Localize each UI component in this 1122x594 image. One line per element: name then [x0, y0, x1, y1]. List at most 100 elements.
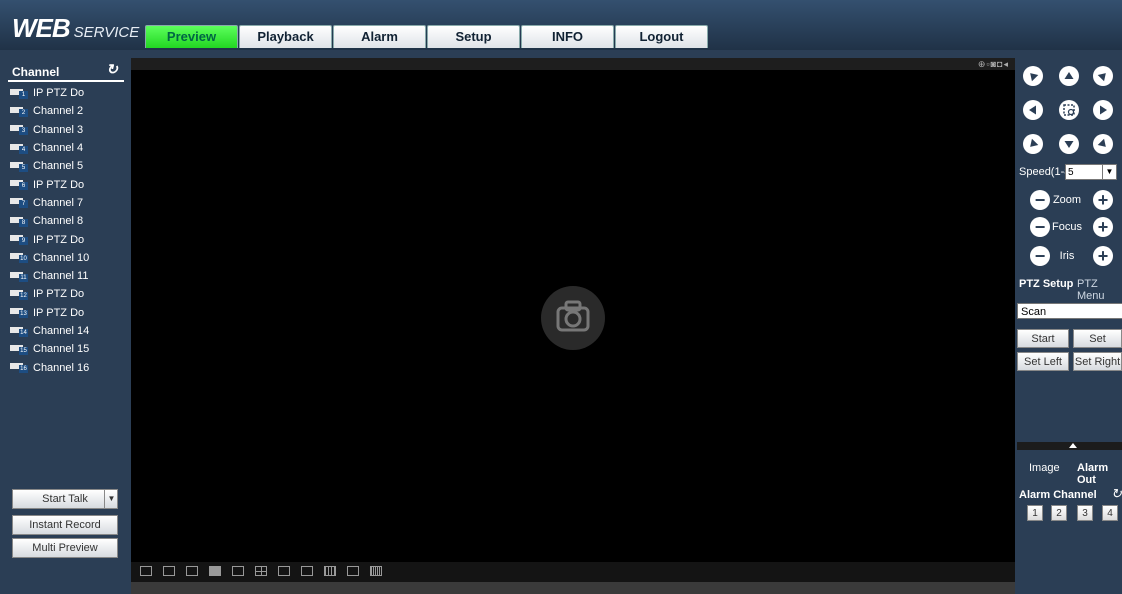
- channel-sidebar: Channel ↻ 1 IP PTZ Do 2 Channel 2 3 Channel 3…: [8, 60, 124, 594]
- snapshot-camera-icon: [541, 286, 605, 350]
- channel-item[interactable]: 15 Channel 15: [10, 340, 124, 358]
- focus-plus-button[interactable]: +: [1093, 217, 1113, 237]
- pan-up-left-icon[interactable]: [1023, 66, 1043, 86]
- tab-image[interactable]: Image: [1029, 462, 1060, 474]
- fit-window-icon[interactable]: [186, 566, 198, 576]
- layout-wide-icon[interactable]: [209, 566, 221, 576]
- pan-down-left-icon[interactable]: [1023, 134, 1043, 154]
- refresh-icon[interactable]: ↻: [1111, 486, 1122, 502]
- layout-13-icon[interactable]: [347, 566, 359, 576]
- channel-item[interactable]: 7 Channel 7: [10, 194, 124, 212]
- tab-alarm[interactable]: Alarm: [333, 25, 426, 48]
- channel-label: Channel 15: [33, 343, 90, 356]
- channel-item[interactable]: 8 Channel 8: [10, 212, 124, 230]
- ptz-panel: Speed(1-8): 5 ▼ − Zoom + − Focus + − Iri…: [1015, 58, 1122, 594]
- speed-select[interactable]: 5 ▼: [1065, 164, 1117, 180]
- logo: WEB SERVICE: [12, 13, 139, 44]
- original-size-icon[interactable]: [163, 566, 175, 576]
- channel-number: 4: [19, 145, 28, 154]
- layout-toolbar: [131, 562, 1015, 582]
- channel-item[interactable]: 12 IP PTZ Do: [10, 285, 124, 303]
- channel-item[interactable]: 11 Channel 11: [10, 267, 124, 285]
- channel-number: 13: [19, 310, 28, 319]
- iris-plus-button[interactable]: +: [1093, 246, 1113, 266]
- tab-ptz-setup[interactable]: PTZ Setup: [1019, 278, 1073, 290]
- channel-label: Channel 3: [33, 123, 84, 136]
- alarm-channel-button-1[interactable]: 1: [1027, 505, 1043, 521]
- channel-item[interactable]: 2 Channel 2: [10, 102, 124, 120]
- alarm-channel-button-4[interactable]: 4: [1102, 505, 1118, 521]
- panel-collapse-bar[interactable]: [1017, 442, 1122, 450]
- instant-record-button[interactable]: Instant Record: [12, 515, 118, 535]
- channel-item[interactable]: 16 Channel 16: [10, 358, 124, 376]
- collapse-up-icon[interactable]: [1069, 443, 1077, 448]
- channel-label: Channel 10: [33, 251, 90, 264]
- pan-up-right-icon[interactable]: [1093, 66, 1113, 86]
- tab-playback[interactable]: Playback: [239, 25, 332, 48]
- tab-alarm-out[interactable]: Alarm Out: [1077, 462, 1122, 486]
- logo-sub: SERVICE: [73, 24, 140, 41]
- video-tool-icons[interactable]: ⊕▫◙◘◂: [978, 59, 1009, 70]
- pan-right-icon[interactable]: [1093, 100, 1113, 120]
- layout-8-icon[interactable]: [301, 566, 313, 576]
- logo-main: WEB: [12, 13, 71, 43]
- camera-icon: 15: [10, 344, 28, 355]
- chevron-down-icon[interactable]: ▼: [104, 490, 118, 508]
- channel-item[interactable]: 1 IP PTZ Do: [10, 84, 124, 102]
- pan-down-right-icon[interactable]: [1093, 134, 1113, 154]
- channel-item[interactable]: 10 Channel 10: [10, 249, 124, 267]
- fullscreen-icon[interactable]: [140, 566, 152, 576]
- camera-icon: 11: [10, 271, 28, 282]
- channel-item[interactable]: 4 Channel 4: [10, 139, 124, 157]
- multi-preview-button[interactable]: Multi Preview: [12, 538, 118, 558]
- pan-left-icon[interactable]: [1023, 100, 1043, 120]
- camera-icon: 12: [10, 289, 28, 300]
- camera-icon: 16: [10, 362, 28, 374]
- zoom-in-button[interactable]: +: [1093, 190, 1113, 210]
- channel-number: 14: [19, 328, 28, 337]
- set-button[interactable]: Set: [1073, 329, 1122, 348]
- tab-info[interactable]: INFO: [521, 25, 614, 48]
- start-button[interactable]: Start: [1017, 329, 1069, 348]
- pan-up-icon[interactable]: [1059, 66, 1079, 86]
- set-right-button[interactable]: Set Right: [1073, 352, 1122, 371]
- channel-item[interactable]: 5 Channel 5: [10, 157, 124, 175]
- start-talk-label: Start Talk: [42, 493, 88, 505]
- camera-icon: 2: [10, 106, 28, 117]
- tab-logout[interactable]: Logout: [615, 25, 708, 48]
- refresh-icon[interactable]: ↻: [106, 61, 118, 78]
- channel-label: Channel 5: [33, 160, 84, 173]
- ptz-function-select[interactable]: Scan: [1017, 303, 1122, 319]
- layout-16-icon[interactable]: [370, 566, 382, 576]
- layout-9-icon[interactable]: [324, 566, 336, 576]
- layout-6-icon[interactable]: [278, 566, 290, 576]
- video-toolbar: ⊕▫◙◘◂: [131, 58, 1015, 70]
- channel-number: 9: [19, 237, 28, 246]
- tab-ptz-menu[interactable]: PTZ Menu: [1077, 278, 1122, 302]
- chevron-down-icon[interactable]: ▼: [1102, 165, 1116, 179]
- pan-down-icon[interactable]: [1059, 134, 1079, 154]
- layout-1-icon[interactable]: [232, 566, 244, 576]
- channel-label: IP PTZ Do: [33, 87, 85, 100]
- channel-number: 7: [19, 200, 28, 209]
- channel-item[interactable]: 14 Channel 14: [10, 322, 124, 340]
- channel-item[interactable]: 9 IP PTZ Do: [10, 230, 124, 248]
- start-talk-button[interactable]: Start Talk ▼: [12, 489, 118, 509]
- channel-label: IP PTZ Do: [33, 233, 85, 246]
- tab-preview[interactable]: Preview: [145, 25, 238, 48]
- alarm-channel-button-3[interactable]: 3: [1077, 505, 1093, 521]
- channel-item[interactable]: 6 IP PTZ Do: [10, 175, 124, 193]
- tab-setup[interactable]: Setup: [427, 25, 520, 48]
- zoom-area-icon[interactable]: [1059, 100, 1079, 120]
- channel-number: 10: [19, 255, 28, 264]
- camera-icon: 4: [10, 143, 28, 154]
- channel-item[interactable]: 13 IP PTZ Do: [10, 304, 124, 322]
- camera-icon: 7: [10, 197, 28, 209]
- alarm-channel-button-2[interactable]: 2: [1051, 505, 1067, 521]
- layout-4-icon[interactable]: [255, 566, 267, 576]
- set-left-button[interactable]: Set Left: [1017, 352, 1069, 371]
- channel-item[interactable]: 3 Channel 3: [10, 121, 124, 139]
- camera-icon: 14: [10, 326, 28, 337]
- video-viewport[interactable]: ⊕▫◙◘◂: [131, 58, 1015, 594]
- channel-number: 8: [19, 218, 28, 227]
